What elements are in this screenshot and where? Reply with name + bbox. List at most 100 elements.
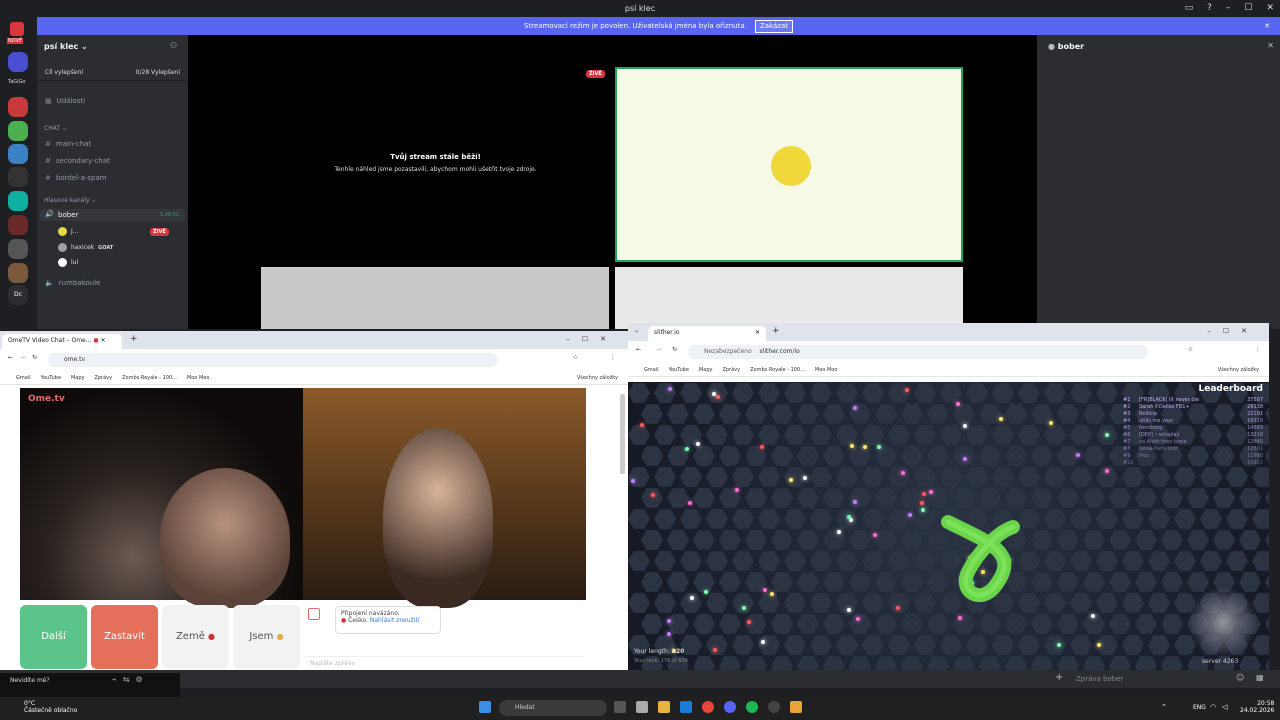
close-panel-icon[interactable]: ✕ [1267, 41, 1274, 50]
server-icon[interactable] [8, 121, 28, 141]
taskbar-search[interactable]: Hledat [499, 700, 607, 716]
tray-chevron-icon[interactable]: ⌃ [1161, 703, 1167, 711]
close-icon[interactable]: ✕ [1266, 0, 1274, 17]
gender-button[interactable]: Jsem ● [233, 605, 300, 669]
server-icon[interactable] [8, 167, 28, 187]
spotify-icon[interactable] [746, 701, 758, 713]
back-icon[interactable]: ← [8, 354, 13, 361]
url-input[interactable]: ome.tv [48, 353, 498, 367]
minimize-icon[interactable]: – [1226, 0, 1231, 17]
voice-channel-bober[interactable]: 🔊 bober 1:00:51 [40, 209, 185, 221]
clock[interactable]: 20:58 24.02.2026 [1240, 700, 1274, 714]
all-bookmarks[interactable]: Všechny záložky [1218, 367, 1259, 373]
bookmark-moomoo[interactable]: Moo Moo [815, 367, 837, 373]
back-icon[interactable]: ← [636, 346, 641, 353]
server-icon[interactable] [8, 52, 28, 72]
server-icon[interactable] [8, 191, 28, 211]
star-icon[interactable]: ☆ [1188, 346, 1193, 353]
new-tab-icon[interactable]: + [130, 334, 138, 344]
all-bookmarks[interactable]: Všechny záložky [577, 375, 618, 381]
tab-slither[interactable]: slither.io ✕ [648, 326, 766, 341]
bookmark-gmail[interactable]: Gmail [16, 375, 31, 381]
emoji-icon[interactable]: ☺ [1236, 673, 1244, 682]
stop-button[interactable]: Zastavit [91, 605, 158, 669]
bookmark-zpravy[interactable]: Zprávy [94, 375, 112, 381]
stream-tile[interactable] [615, 267, 963, 329]
voice-category[interactable]: Hlasové kanály ⌄ [44, 197, 96, 204]
stream-tile[interactable] [261, 267, 609, 329]
app-icon[interactable] [768, 701, 780, 713]
disable-streamer-mode-button[interactable]: Zakázat [754, 20, 793, 33]
next-button[interactable]: Další [20, 605, 87, 669]
chrome-icon[interactable] [702, 701, 714, 713]
reload-icon[interactable]: ↻ [32, 354, 37, 361]
help-icon[interactable]: ? [1207, 0, 1212, 17]
voice-channel-rumbakoule[interactable]: 🔈 rumbakoule [45, 279, 100, 287]
server-name[interactable]: psí klec ⌄ [44, 42, 88, 51]
window-controls[interactable]: –☐✕ [1207, 327, 1259, 335]
inbox-icon[interactable]: ▭ [1185, 0, 1194, 17]
tab-ome[interactable]: OmeTV Video Chat – Ome... ● ✕ [2, 334, 122, 349]
events-item[interactable]: ▦ Události [45, 97, 85, 105]
bookmark-zpravy[interactable]: Zprávy [722, 367, 740, 373]
task-view-icon[interactable] [614, 701, 626, 713]
chat-category[interactable]: CHAT ⌄ [44, 125, 67, 132]
wifi-icon[interactable]: ◠ [1210, 703, 1216, 711]
bookmark-mapy[interactable]: Mapy [71, 375, 85, 381]
server-icon[interactable] [8, 215, 28, 235]
channel-main-chat[interactable]: # main-chat [45, 140, 91, 148]
bookmark-youtube[interactable]: YouTube [669, 367, 689, 373]
bookmark-youtube[interactable]: YouTube [41, 375, 61, 381]
add-attachment-icon[interactable]: + [1055, 672, 1063, 683]
message-input[interactable]: Zpráva bober [1076, 675, 1123, 683]
edge-icon[interactable] [680, 701, 692, 713]
voice-user[interactable]: lul [58, 258, 78, 267]
server-icon[interactable] [8, 144, 28, 164]
widgets-icon[interactable] [636, 701, 648, 713]
country-button[interactable]: Země ● [162, 605, 229, 669]
tab-close-icon[interactable]: ✕ [101, 337, 106, 344]
app-icon[interactable] [790, 701, 802, 713]
channel-secondary-chat[interactable]: # secondary-chat [45, 157, 110, 165]
server-new-icon[interactable] [10, 22, 24, 36]
voice-user[interactable]: J... [58, 227, 79, 236]
server-icon[interactable]: Dc [8, 285, 28, 305]
bookmark-moomoo[interactable]: Moo Moo [187, 375, 209, 381]
start-icon[interactable] [479, 701, 491, 713]
window-controls[interactable]: –☐✕ [566, 335, 618, 343]
slither-game-canvas[interactable]: Leaderboard #1 [FR]BLACK| IX never die 375… [628, 382, 1269, 670]
tab-close-icon[interactable]: ✕ [755, 329, 760, 336]
language-indicator[interactable]: ENG [1193, 704, 1206, 711]
forward-icon[interactable]: → [656, 346, 661, 353]
tab-search-icon[interactable]: ⌄ [634, 327, 639, 334]
forward-icon[interactable]: → [20, 354, 25, 361]
url-input[interactable]: Nezabezpečeno slither.com/io [688, 345, 1148, 359]
bookmark-mapy[interactable]: Mapy [699, 367, 713, 373]
stream-tile-main[interactable] [615, 67, 963, 262]
reload-icon[interactable]: ↻ [672, 346, 677, 353]
unmute-label[interactable]: Nevidíte mě? [10, 677, 50, 684]
voice-user[interactable]: haxicek GOAT [58, 243, 113, 252]
server-icon[interactable] [8, 263, 28, 283]
add-member-icon[interactable]: ⚇ [170, 41, 177, 50]
volume-icon[interactable]: ◁ [1222, 703, 1227, 711]
bookmark-gmail[interactable]: Gmail [644, 367, 659, 373]
server-icon[interactable] [8, 97, 28, 117]
channel-bordel-a-spam[interactable]: # bordel-a-spam [45, 174, 107, 182]
star-icon[interactable]: ☆ [573, 354, 578, 361]
menu-icon[interactable]: ⋮ [1255, 346, 1261, 353]
discord-icon[interactable] [724, 701, 736, 713]
banner-close-icon[interactable]: ✕ [1264, 17, 1270, 35]
bookmark-zombs[interactable]: Zombs Royale - 100... [750, 367, 805, 373]
boost-goal[interactable]: Cíl vylepšení 0/28 Vylepšení [37, 65, 188, 81]
server-icon[interactable] [8, 239, 28, 259]
file-explorer-icon[interactable] [658, 701, 670, 713]
chat-input[interactable]: Napište zprávu [304, 656, 584, 670]
weather-widget[interactable]: 0°C Částečně oblačno [24, 700, 77, 714]
bookmark-zombs[interactable]: Zombs Royale - 100... [122, 375, 177, 381]
scrollbar[interactable] [620, 394, 625, 474]
voice-controls[interactable]: ⌁⇆⚙ [112, 675, 149, 684]
report-link[interactable]: Nahlásit zneužití [370, 617, 420, 624]
maximize-icon[interactable]: ☐ [1244, 0, 1252, 17]
new-tab-icon[interactable]: + [772, 326, 780, 336]
